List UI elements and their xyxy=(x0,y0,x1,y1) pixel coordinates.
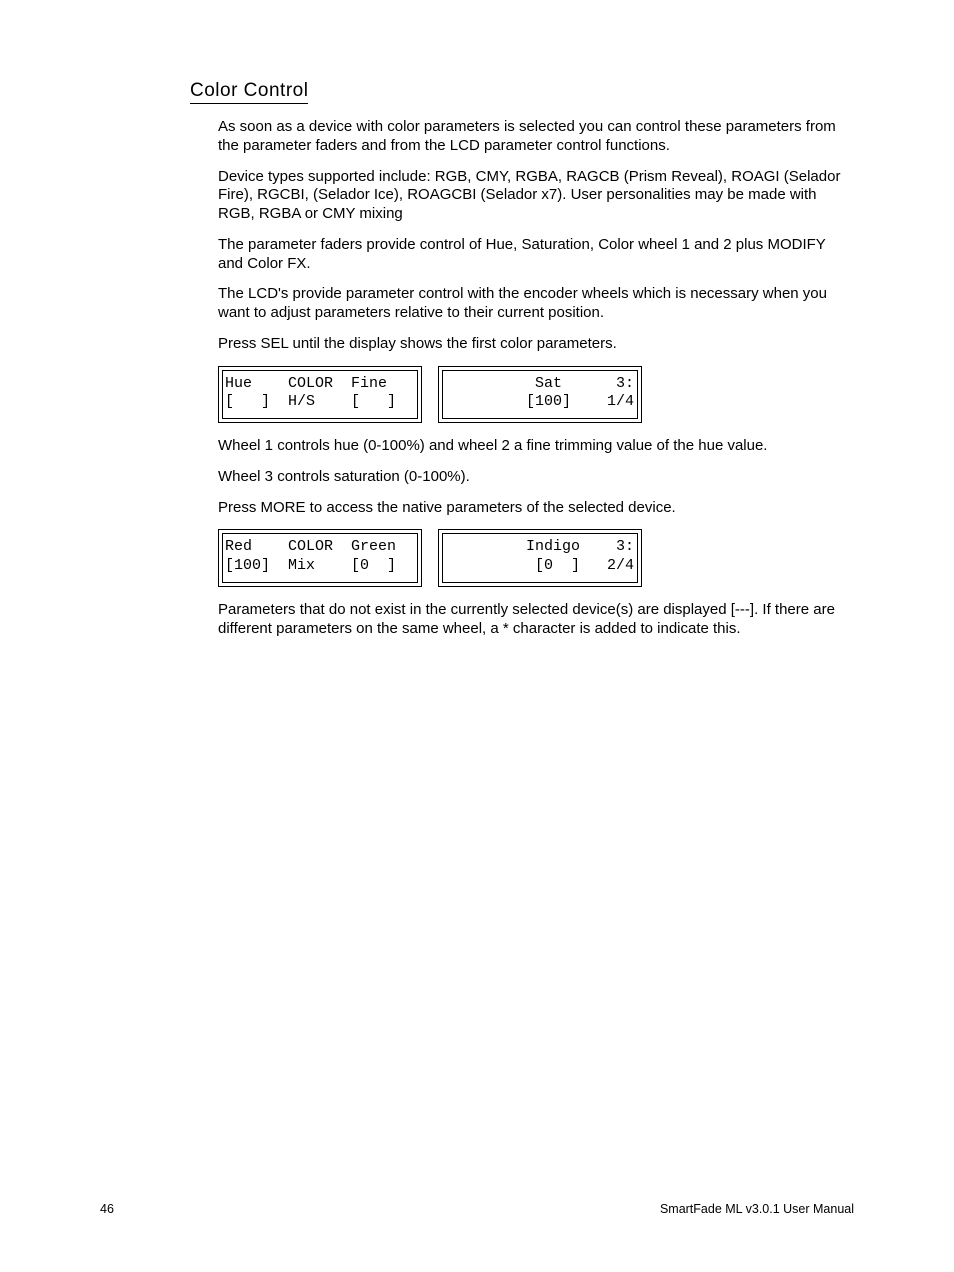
mid-block: Wheel 1 controls hue (0-100%) and wheel … xyxy=(218,437,844,517)
lcd-left-text: Red COLOR Green [100] Mix [0 ] xyxy=(222,533,418,583)
paragraph: As soon as a device with color parameter… xyxy=(218,118,844,156)
lcd-left: Hue COLOR Fine [ ] H/S [ ] xyxy=(218,366,422,424)
lcd-display-row-1: Hue COLOR Fine [ ] H/S [ ] Sat 3: [100] … xyxy=(218,366,854,424)
section-heading: Color Control xyxy=(190,80,308,104)
lcd-right: Sat 3: [100] 1/4 xyxy=(438,366,642,424)
manual-title: SmartFade ML v3.0.1 User Manual xyxy=(660,1202,854,1216)
lcd-right-text: Sat 3: [100] 1/4 xyxy=(442,370,638,420)
paragraph: The parameter faders provide control of … xyxy=(218,236,844,274)
paragraph: Device types supported include: RGB, CMY… xyxy=(218,168,844,224)
paragraph: The LCD's provide parameter control with… xyxy=(218,285,844,323)
paragraph: Press MORE to access the native paramete… xyxy=(218,499,844,518)
paragraph: Parameters that do not exist in the curr… xyxy=(218,601,844,639)
lcd-right: Indigo 3: [0 ] 2/4 xyxy=(438,529,642,587)
paragraph: Press SEL until the display shows the fi… xyxy=(218,335,844,354)
lcd-left: Red COLOR Green [100] Mix [0 ] xyxy=(218,529,422,587)
document-page: Color Control As soon as a device with c… xyxy=(0,0,954,1272)
page-number: 46 xyxy=(100,1202,114,1216)
end-block: Parameters that do not exist in the curr… xyxy=(218,601,844,639)
lcd-right-text: Indigo 3: [0 ] 2/4 xyxy=(442,533,638,583)
lcd-display-row-2: Red COLOR Green [100] Mix [0 ] Indigo 3:… xyxy=(218,529,854,587)
lcd-left-text: Hue COLOR Fine [ ] H/S [ ] xyxy=(222,370,418,420)
page-footer: 46 SmartFade ML v3.0.1 User Manual xyxy=(100,1202,854,1216)
paragraph: Wheel 1 controls hue (0-100%) and wheel … xyxy=(218,437,844,456)
intro-block: As soon as a device with color parameter… xyxy=(218,118,844,354)
paragraph: Wheel 3 controls saturation (0-100%). xyxy=(218,468,844,487)
